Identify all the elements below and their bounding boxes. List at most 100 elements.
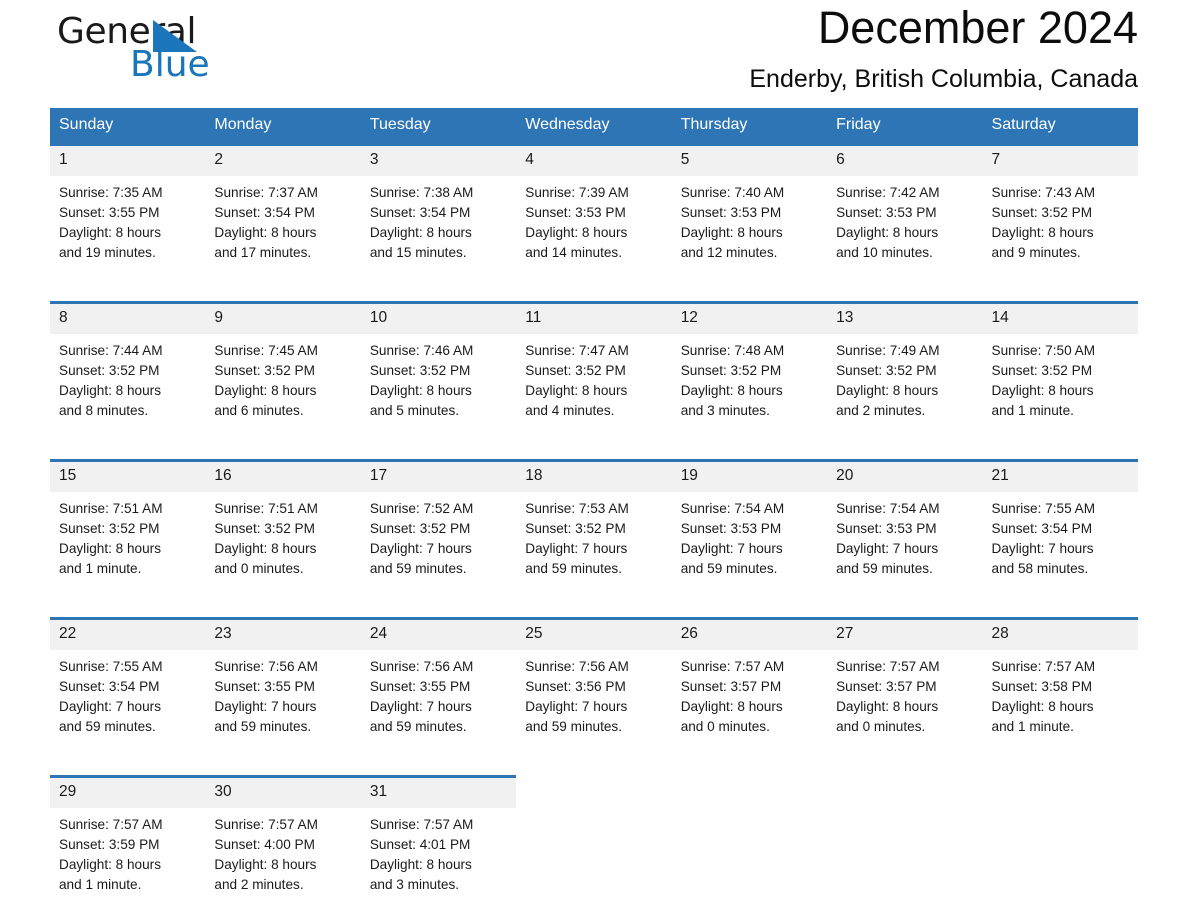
day-daylight-1-text: Daylight: 8 hours [59,383,162,398]
day-daylight-1-text: Daylight: 7 hours [369,699,472,714]
day-number[interactable]: 11 [516,301,672,334]
day-sunset-text: Sunset: 3:53 PM [680,205,782,220]
day-number[interactable]: 4 [516,143,672,176]
day-number[interactable]: 13 [827,301,983,334]
week-daynumber-row: 8 9 10 11 12 13 14 [50,301,1138,334]
day-daylight-1-text: Daylight: 8 hours [836,383,939,398]
day-sunrise-text: Sunrise: 7:35 AM [59,185,163,200]
day-cell[interactable]: Sunrise: 7:45 AM Sunset: 3:52 PM Daylight:… [205,334,361,441]
day-cell[interactable]: Sunrise: 7:55 AM Sunset: 3:54 PM Daylight:… [50,650,206,757]
day-cell[interactable]: Sunrise: 7:43 AM Sunset: 3:52 PM Daylight:… [982,176,1138,283]
day-number[interactable]: 3 [360,143,517,176]
day-number[interactable]: 19 [671,459,828,492]
day-cell[interactable]: Sunrise: 7:44 AM Sunset: 3:52 PM Daylight:… [50,334,206,441]
day-daylight-1-text: Daylight: 7 hours [59,699,162,714]
day-number[interactable]: 30 [205,775,361,808]
day-cell[interactable]: Sunrise: 7:38 AM Sunset: 3:54 PM Daylight:… [360,176,517,283]
day-sunset-text: Sunset: 3:52 PM [525,363,626,378]
day-number[interactable]: 17 [360,459,517,492]
day-cell[interactable]: Sunrise: 7:55 AM Sunset: 3:54 PM Daylight:… [982,492,1138,599]
day-cell[interactable]: Sunrise: 7:57 AM Sunset: 3:57 PM Daylight:… [827,650,983,757]
day-cell[interactable]: Sunrise: 7:57 AM Sunset: 3:59 PM Daylight:… [50,808,206,915]
day-cell[interactable]: Sunrise: 7:47 AM Sunset: 3:52 PM Daylight:… [516,334,672,441]
day-cell-empty [827,775,983,808]
day-cell[interactable]: Sunrise: 7:56 AM Sunset: 3:55 PM Daylight:… [205,650,361,757]
day-number[interactable]: 5 [671,143,828,176]
day-cell[interactable]: Sunrise: 7:39 AM Sunset: 3:53 PM Daylight:… [516,176,672,283]
day-number[interactable]: 22 [50,617,206,650]
day-daylight-2-text: and 1 minute. [991,403,1074,418]
day-number[interactable]: 9 [205,301,361,334]
day-number[interactable]: 2 [205,143,361,176]
generalblue-logo[interactable]: General Blue [57,12,317,98]
day-cell[interactable]: Sunrise: 7:51 AM Sunset: 3:52 PM Daylight:… [205,492,361,599]
day-cell[interactable]: Sunrise: 7:40 AM Sunset: 3:53 PM Daylight:… [671,176,828,283]
day-daylight-1-text: Daylight: 8 hours [59,541,162,556]
day-daylight-2-text: and 1 minute. [991,719,1074,734]
day-cell[interactable]: Sunrise: 7:56 AM Sunset: 3:55 PM Daylight:… [360,650,517,757]
day-daylight-2-text: and 0 minutes. [214,561,304,576]
day-number[interactable]: 31 [360,775,517,808]
day-number[interactable]: 25 [516,617,672,650]
day-cell[interactable]: Sunrise: 7:35 AM Sunset: 3:55 PM Daylight:… [50,176,206,283]
day-number[interactable]: 16 [205,459,361,492]
day-sunrise-text: Sunrise: 7:37 AM [214,185,318,200]
day-number[interactable]: 12 [671,301,828,334]
day-cell[interactable]: Sunrise: 7:54 AM Sunset: 3:53 PM Daylight:… [671,492,828,599]
day-sunrise-text: Sunrise: 7:39 AM [525,185,629,200]
week-spacer [50,283,1138,303]
day-cell[interactable]: Sunrise: 7:54 AM Sunset: 3:53 PM Daylight:… [827,492,983,599]
weekday-header-tuesday: Tuesday [360,108,517,145]
day-number[interactable]: 6 [827,143,983,176]
day-cell[interactable]: Sunrise: 7:46 AM Sunset: 3:52 PM Daylight:… [360,334,517,441]
day-cell[interactable]: Sunrise: 7:49 AM Sunset: 3:52 PM Daylight:… [827,334,983,441]
day-number[interactable]: 29 [50,775,206,808]
day-daylight-2-text: and 0 minutes. [680,719,770,734]
day-number[interactable]: 24 [360,617,517,650]
day-number[interactable]: 1 [50,143,206,176]
day-number[interactable]: 28 [982,617,1138,650]
day-cell[interactable]: Sunrise: 7:57 AM Sunset: 3:58 PM Daylight:… [982,650,1138,757]
day-cell[interactable]: Sunrise: 7:50 AM Sunset: 3:52 PM Daylight:… [982,334,1138,441]
day-number[interactable]: 8 [50,301,206,334]
day-number[interactable]: 21 [982,459,1138,492]
day-number[interactable]: 23 [205,617,361,650]
day-daylight-2-text: and 5 minutes. [369,403,460,418]
day-cell[interactable]: Sunrise: 7:37 AM Sunset: 3:54 PM Daylight:… [205,176,361,283]
day-daylight-1-text: Daylight: 7 hours [214,699,317,714]
page-header: General Blue December 2024 Enderby, Brit… [50,0,1138,108]
day-cell[interactable]: Sunrise: 7:53 AM Sunset: 3:52 PM Daylight:… [516,492,672,599]
day-number[interactable]: 15 [50,459,206,492]
day-cell[interactable]: Sunrise: 7:57 AM Sunset: 4:00 PM Daylight:… [205,808,361,915]
week-detail-row: Sunrise: 7:57 AM Sunset: 3:59 PM Daylight:… [50,808,1138,915]
day-number[interactable]: 26 [671,617,828,650]
day-cell[interactable]: Sunrise: 7:57 AM Sunset: 4:01 PM Daylight:… [360,808,517,915]
day-number[interactable]: 7 [982,143,1138,176]
day-sunrise-text: Sunrise: 7:47 AM [525,343,629,358]
day-number[interactable]: 10 [360,301,517,334]
day-cell[interactable]: Sunrise: 7:52 AM Sunset: 3:52 PM Daylight:… [360,492,517,599]
week-spacer-cell [50,599,1138,619]
weekday-header-thursday: Thursday [671,108,828,145]
day-daylight-2-text: and 59 minutes. [369,719,467,734]
day-number[interactable]: 27 [827,617,983,650]
day-sunset-text: Sunset: 3:52 PM [59,521,160,536]
day-daylight-1-text: Daylight: 8 hours [369,383,472,398]
week-detail-row: Sunrise: 7:35 AM Sunset: 3:55 PM Daylight:… [50,176,1138,283]
logo-text-blue: Blue [130,44,210,85]
day-number[interactable]: 14 [982,301,1138,334]
day-sunset-text: Sunset: 4:01 PM [369,837,471,852]
day-daylight-2-text: and 59 minutes. [214,719,312,734]
day-daylight-1-text: Daylight: 8 hours [680,225,783,240]
day-sunset-text: Sunset: 3:59 PM [59,837,160,852]
day-daylight-1-text: Daylight: 8 hours [836,699,939,714]
day-daylight-2-text: and 1 minute. [59,561,142,576]
day-number[interactable]: 20 [827,459,983,492]
day-number[interactable]: 18 [516,459,672,492]
day-cell[interactable]: Sunrise: 7:48 AM Sunset: 3:52 PM Daylight:… [671,334,828,441]
day-cell[interactable]: Sunrise: 7:42 AM Sunset: 3:53 PM Daylight:… [827,176,983,283]
day-cell[interactable]: Sunrise: 7:56 AM Sunset: 3:56 PM Daylight:… [516,650,672,757]
day-cell[interactable]: Sunrise: 7:57 AM Sunset: 3:57 PM Daylight:… [671,650,828,757]
day-cell[interactable]: Sunrise: 7:51 AM Sunset: 3:52 PM Daylight:… [50,492,206,599]
day-sunset-text: Sunset: 3:56 PM [525,679,626,694]
